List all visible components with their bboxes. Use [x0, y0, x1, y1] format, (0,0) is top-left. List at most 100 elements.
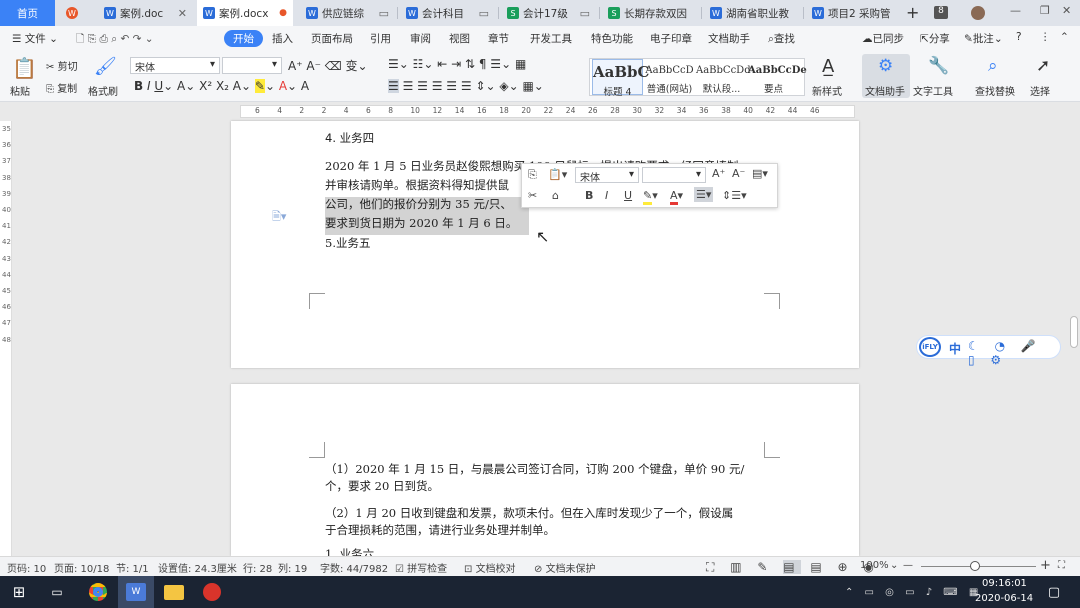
- underline-icon[interactable]: U: [624, 189, 632, 202]
- format-painter-button[interactable]: 格式刷: [88, 83, 118, 98]
- paragraph-line[interactable]: 要求到货日期为 2020 年 1 月 6 日。: [325, 215, 517, 231]
- select-button[interactable]: 选择: [1030, 83, 1050, 98]
- bold-icon[interactable]: B: [585, 189, 593, 202]
- text-tools-button[interactable]: 文字工具: [913, 83, 953, 98]
- task-view-icon[interactable]: ▭: [40, 576, 74, 608]
- text-tools-icon[interactable]: 🔧: [928, 56, 949, 76]
- windows-start-icon[interactable]: ⊞: [0, 576, 38, 608]
- format-painter-icon[interactable]: 🖌: [94, 56, 117, 77]
- document-page-2[interactable]: （1）2020 年 1 月 15 日，与晨晨公司签订合同，订购 200 个键盘，…: [231, 384, 859, 561]
- avatar[interactable]: [971, 6, 985, 20]
- zoom-dropdown-icon[interactable]: ⌄: [890, 560, 898, 571]
- restore-icon[interactable]: ❐: [1040, 4, 1050, 17]
- unsaved-dot-icon[interactable]: ●: [279, 8, 287, 18]
- list-icons[interactable]: ☰⌄ ☷⌄ ⇤ ⇥ ⇅ ¶ ☰⌄ ▦: [388, 57, 526, 71]
- vertical-ruler[interactable]: 35 36 37 38 39 40 41 42 43 44 45 46 47 48: [0, 121, 12, 558]
- style-key-point[interactable]: AaBbCcDe 要点: [748, 59, 807, 95]
- line-spacing-icon[interactable]: ⇕☰▾: [722, 189, 747, 202]
- font-grow-shrink-icons[interactable]: A⁺ A⁻ ⌫ 变⌄: [288, 57, 368, 74]
- spell-check-button[interactable]: ☑ 拼写检查: [395, 560, 447, 575]
- clock-date[interactable]: 2020-06-14: [975, 593, 1033, 604]
- menu-reference[interactable]: 引用: [370, 31, 391, 46]
- menu-review[interactable]: 审阅: [410, 31, 431, 46]
- zoom-slider-thumb[interactable]: [970, 561, 980, 571]
- zoom-in-icon[interactable]: +: [1040, 558, 1051, 573]
- tab-doc-4[interactable]: W 会计科目 ▭: [400, 0, 495, 26]
- comment-button[interactable]: ✎批注⌄: [964, 31, 1003, 46]
- tab-doc-2-active[interactable]: W 案例.docx ●: [197, 0, 293, 26]
- highlight-icon[interactable]: ✎▾: [643, 189, 658, 205]
- copy-button[interactable]: ⎘ 复制: [46, 80, 77, 95]
- paragraph-line[interactable]: （1）2020 年 1 月 15 日，与晨晨公司签订合同，订购 200 个键盘，…: [325, 461, 744, 477]
- ifly-chinese-mode[interactable]: 中: [949, 340, 961, 357]
- clock-time[interactable]: 09:16:01: [982, 578, 1027, 589]
- status-word-count[interactable]: 字数: 44/7982: [320, 560, 388, 575]
- style-picker-icon[interactable]: ▤▾: [752, 167, 768, 180]
- tab-doc-1[interactable]: W 案例.doc ✕: [98, 0, 193, 26]
- style-normal-web[interactable]: AaBbCcD 普通(网站): [644, 59, 695, 95]
- new-tab-plus-icon[interactable]: +: [906, 3, 919, 22]
- tab-home[interactable]: 首页: [0, 0, 55, 26]
- horizontal-ruler[interactable]: 6 4 2 2 4 6 8 10 12 14 16 18 20 22 24 26 28 30 32 34 36 38 40 4…: [0, 102, 1080, 121]
- find-replace-icon[interactable]: ⌕: [988, 56, 998, 76]
- select-arrow-icon[interactable]: ➚: [1036, 56, 1050, 76]
- style-heading4[interactable]: AaBbC 标题 4: [592, 59, 649, 98]
- fullscreen-icon[interactable]: ⛶: [1058, 560, 1065, 571]
- wps-app-icon[interactable]: W: [118, 576, 154, 608]
- ifly-input-toolbar[interactable]: iFLY 中 ☾ ◔ 🎤 ▯ ⚙: [916, 335, 1061, 367]
- notification-icon[interactable]: ▢: [1040, 576, 1068, 608]
- align-icons[interactable]: ☰ ☰ ☰ ☰ ☰ ☰ ⇕⌄ ◈⌄ ▦⌄: [388, 79, 544, 93]
- align-icon[interactable]: ☰▾: [694, 187, 714, 202]
- menu-special[interactable]: 特色功能: [591, 31, 633, 46]
- paste-icon[interactable]: 📋: [12, 56, 37, 80]
- new-style-button[interactable]: 新样式: [812, 83, 842, 98]
- paste-options-icon[interactable]: 📋▾: [548, 168, 567, 181]
- file-explorer-icon[interactable]: [156, 576, 192, 608]
- menu-assistant[interactable]: 文档助手: [708, 31, 750, 46]
- mini-font-select[interactable]: 宋体 ▾: [575, 167, 639, 184]
- tab-doc-3[interactable]: W 供应链综 ▭: [300, 0, 395, 26]
- status-page-code[interactable]: 页码: 10: [7, 560, 46, 575]
- grow-font-icon[interactable]: A⁺: [712, 167, 725, 180]
- paragraph-line[interactable]: 个，要求 20 日到货。: [325, 478, 439, 494]
- close-icon[interactable]: ✕: [178, 7, 187, 20]
- tab-wps-logo[interactable]: W: [60, 0, 90, 26]
- menu-devtools[interactable]: 开发工具: [530, 31, 572, 46]
- recorder-app-icon[interactable]: [194, 576, 230, 608]
- help-icon[interactable]: ?: [1016, 31, 1022, 43]
- menu-insert[interactable]: 插入: [272, 31, 293, 46]
- paragraph-line[interactable]: 公司，他们的报价分别为 35 元/只、: [325, 196, 512, 212]
- menu-find[interactable]: ⌕查找: [768, 31, 795, 46]
- quick-access-icons[interactable]: 🗋 ⎘ ⎙ ⌕ ↶ ↷ ⌄: [76, 31, 154, 49]
- font-name-select[interactable]: 宋体 ▾: [130, 57, 220, 74]
- view-mode-icons[interactable]: ⛶ ▥ ✎ ▤ ▤ ⊕ ◉: [706, 560, 880, 575]
- vertical-scrollbar-thumb[interactable]: [1070, 316, 1078, 348]
- minimize-icon[interactable]: —: [1010, 4, 1021, 17]
- menu-view[interactable]: 视图: [449, 31, 470, 46]
- menu-file[interactable]: ☰ 文件 ⌄: [12, 31, 58, 46]
- format-painter-icon[interactable]: ⌂: [552, 189, 559, 202]
- tab-count-badge[interactable]: 8: [934, 6, 948, 19]
- new-style-icon[interactable]: A̲: [822, 56, 834, 77]
- cut-button[interactable]: ✂ 剪切: [46, 58, 78, 73]
- paragraph-line[interactable]: （2）1 月 20 日收到键盘和发票，款项未付。但在入库时发现少了一个，假设属: [325, 505, 733, 521]
- tab-doc-7[interactable]: W 湖南省职业教: [704, 0, 801, 26]
- scissors-icon[interactable]: ✂: [528, 189, 537, 202]
- font-color-icon[interactable]: A▾: [670, 189, 683, 205]
- share-button[interactable]: ⇱分享: [920, 31, 950, 46]
- menu-stamp[interactable]: 电子印章: [650, 31, 692, 46]
- collapse-ribbon-icon[interactable]: ⌃: [1060, 31, 1069, 43]
- chrome-app-icon[interactable]: [80, 576, 116, 608]
- proofread-button[interactable]: ⊡ 文档校对: [464, 560, 516, 575]
- sync-status[interactable]: ☁已同步: [862, 31, 904, 46]
- find-replace-button[interactable]: 查找替换: [975, 83, 1015, 98]
- paragraph-line[interactable]: 并审核请购单。根据资料得知提供鼠: [325, 177, 509, 193]
- shrink-font-icon[interactable]: A⁻: [732, 167, 745, 180]
- paragraph-line[interactable]: 于合理损耗的范围，请进行业务处理并制单。: [325, 522, 555, 538]
- italic-icon[interactable]: I: [605, 189, 608, 202]
- close-window-icon[interactable]: ✕: [1062, 4, 1071, 17]
- font-style-row[interactable]: B I U⌄ A⌄ X² X₂ A⌄ ✎⌄ A⌄ A: [134, 79, 309, 93]
- tab-doc-5[interactable]: S 会计17级 ▭: [501, 0, 596, 26]
- status-page[interactable]: 页面: 10/18: [54, 560, 109, 575]
- menu-section[interactable]: 章节: [488, 31, 509, 46]
